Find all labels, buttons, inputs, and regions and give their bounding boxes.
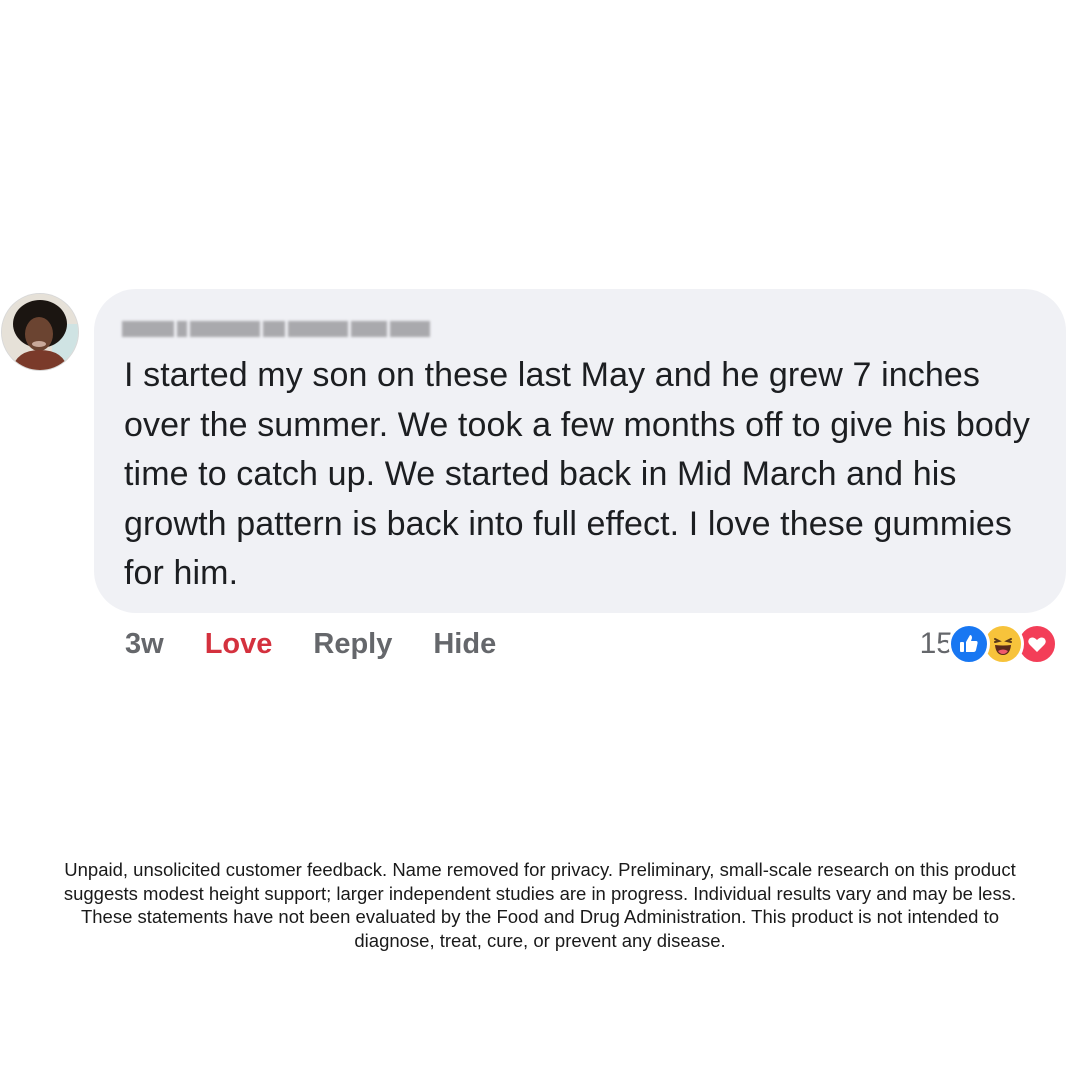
avatar-photo bbox=[2, 294, 78, 370]
reply-button[interactable]: Reply bbox=[313, 628, 392, 661]
comment-bubble: I started my son on these last May and h… bbox=[94, 289, 1066, 613]
comment-actions: 3w Love Reply Hide bbox=[125, 622, 537, 666]
comment-timestamp[interactable]: 3w bbox=[125, 628, 164, 661]
love-reaction-button[interactable]: Love bbox=[205, 628, 273, 661]
reaction-summary[interactable]: 15 bbox=[920, 622, 1058, 666]
comment-text: I started my son on these last May and h… bbox=[124, 356, 1030, 592]
avatar[interactable] bbox=[2, 294, 78, 370]
author-name-pixelated[interactable] bbox=[122, 315, 430, 343]
disclaimer-text: Unpaid, unsolicited customer feedback. N… bbox=[63, 859, 1017, 951]
hide-button[interactable]: Hide bbox=[433, 628, 496, 661]
thumbs-up-icon bbox=[948, 623, 990, 665]
